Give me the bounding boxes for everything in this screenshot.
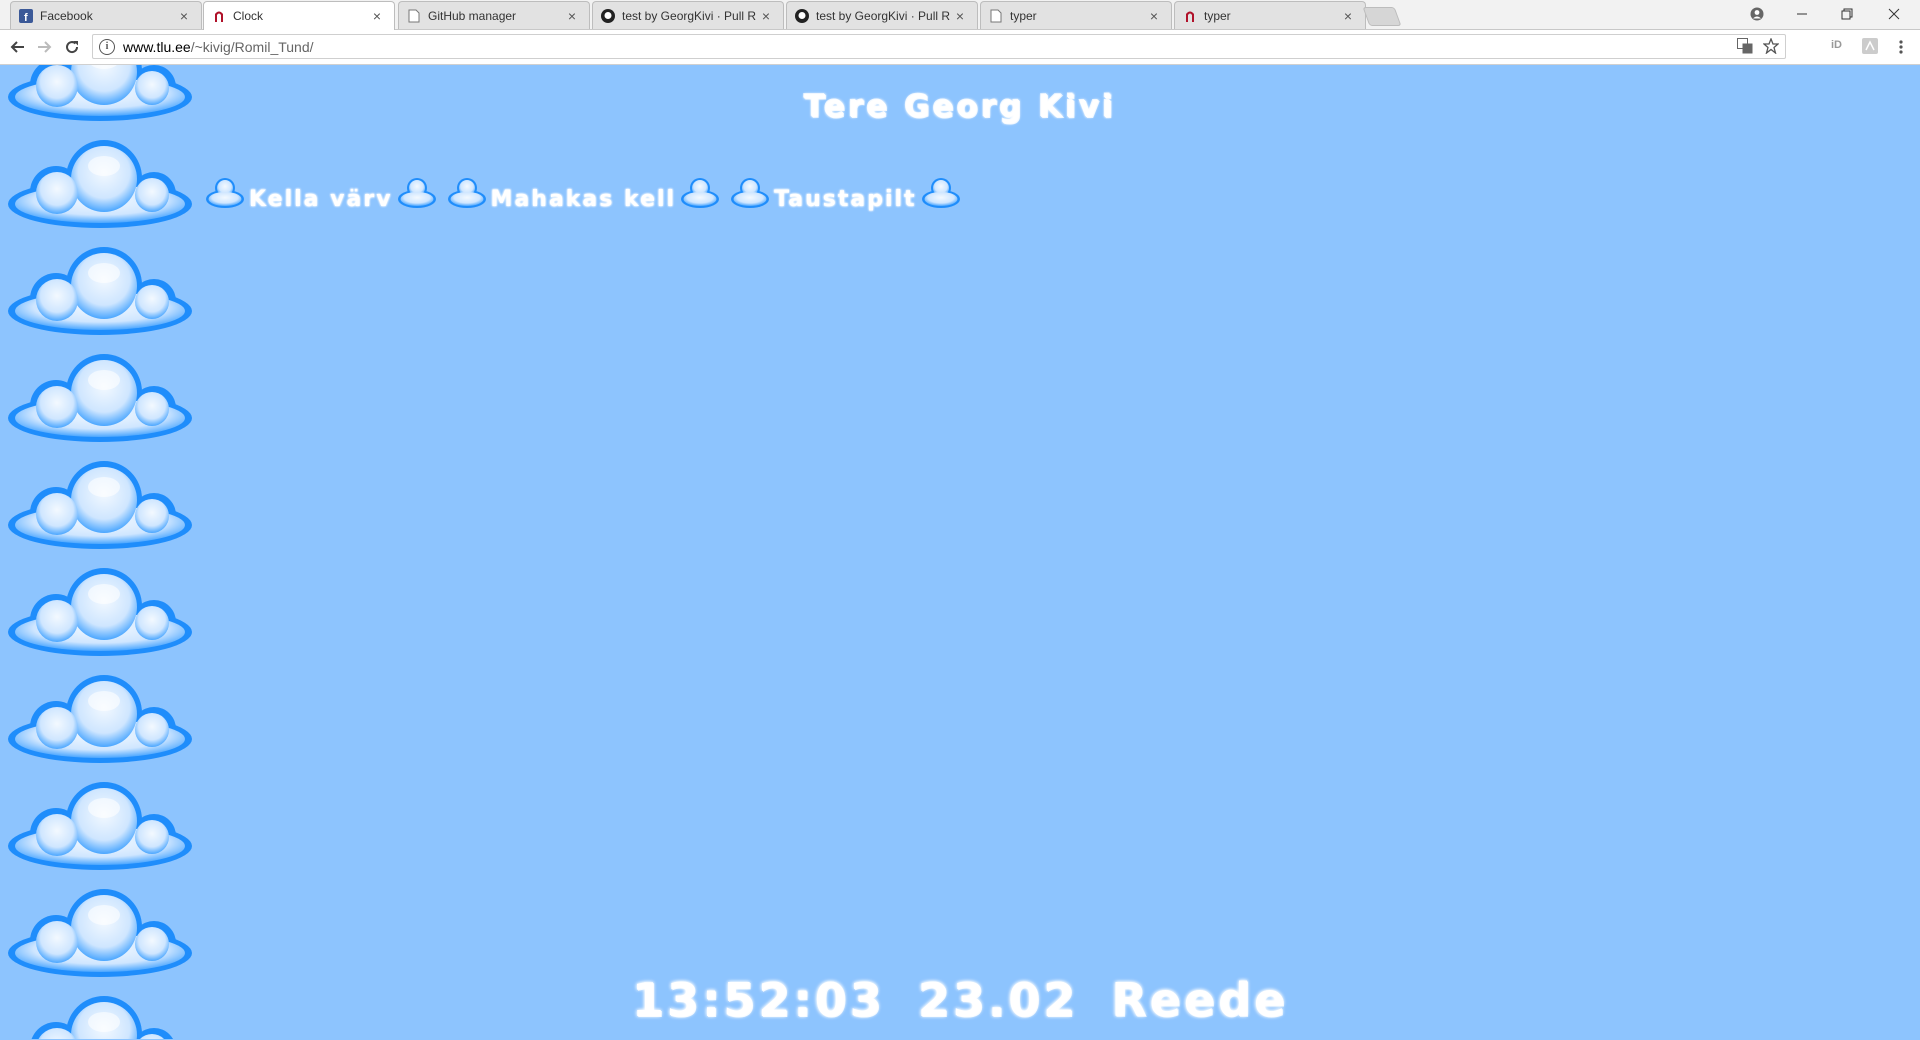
clock-date: 23.02 (917, 973, 1079, 1027)
tab-strip: f Facebook × Clock × GitHub manager × te… (0, 0, 1920, 30)
cloud-icon (4, 671, 196, 771)
page-title: Tere Georg Kivi (804, 89, 1116, 125)
tab-title: typer (1010, 8, 1037, 23)
close-icon[interactable]: × (565, 8, 579, 24)
cloud-icon (4, 136, 196, 236)
tab-title: GitHub manager (428, 8, 517, 23)
info-icon[interactable]: i (99, 38, 115, 55)
cloud-icon (206, 178, 244, 208)
reload-icon[interactable] (62, 37, 82, 57)
page-icon (407, 9, 421, 23)
close-window-icon[interactable] (1872, 0, 1916, 28)
close-icon[interactable]: × (1341, 8, 1355, 24)
cloud-icon (397, 178, 436, 208)
github-icon (601, 8, 615, 23)
cloud-icon (4, 778, 196, 878)
tab-clock[interactable]: Clock × (203, 1, 395, 30)
browser-toolbar: i www.tlu.ee/~kivig/Romil_Tund/ iD (0, 30, 1920, 65)
svg-text:f: f (24, 12, 28, 23)
tab-typer-2[interactable]: typer × (1174, 1, 1366, 29)
bookmark-star-icon[interactable] (1762, 37, 1780, 57)
menu-kebab-icon[interactable] (1898, 39, 1904, 60)
tab-typer-1[interactable]: typer × (980, 1, 1172, 29)
close-icon[interactable]: × (1147, 8, 1161, 24)
cloud-icon (4, 885, 196, 985)
cloud-icon (4, 457, 196, 557)
menu-item-kella-varv[interactable]: Kella värv (205, 175, 437, 212)
address-bar[interactable]: i www.tlu.ee/~kivig/Romil_Tund/ (92, 34, 1786, 59)
translate-icon[interactable] (1737, 38, 1753, 57)
tab-github-manager[interactable]: GitHub manager × (398, 1, 590, 29)
cloud-icon (921, 178, 960, 208)
new-tab-button[interactable] (1362, 7, 1402, 26)
tab-title: typer (1204, 8, 1231, 23)
github-icon (795, 8, 809, 23)
close-icon[interactable]: × (759, 8, 773, 24)
close-icon[interactable]: × (370, 8, 384, 24)
tab-title: Clock (233, 9, 264, 23)
tab-pull-request-2[interactable]: test by GeorgKivi · Pull R × (786, 1, 978, 29)
close-icon[interactable]: × (953, 8, 967, 24)
cloud-icon (4, 243, 196, 343)
cloud-icon (731, 178, 770, 208)
menu-item-label: Mahakas kell (490, 186, 677, 212)
id-extension-icon[interactable]: iD (1831, 39, 1842, 51)
facebook-icon: f (19, 8, 33, 23)
cloud-icon (4, 564, 196, 664)
tab-pull-request-1[interactable]: test by GeorgKivi · Pull R × (592, 1, 784, 29)
tab-title: test by GeorgKivi · Pull R (816, 8, 951, 23)
clock-time: 13:52:03 (631, 973, 885, 1027)
cloud-icon (681, 178, 720, 208)
menu-item-label: Kella värv (249, 186, 393, 212)
restore-icon[interactable] (1825, 0, 1869, 28)
tab-title: test by GeorgKivi · Pull R (622, 8, 757, 23)
tlu-icon (1183, 9, 1197, 23)
url-path: /~kivig/Romil_Tund/ (190, 38, 314, 55)
cloud-column (0, 65, 200, 1039)
cloud-icon (447, 178, 486, 208)
minimize-icon[interactable] (1780, 0, 1824, 28)
page-body: Tere Georg Kivi Kella värv Mahakas kell (0, 65, 1920, 1040)
tlu-icon (212, 9, 226, 23)
url-host: www.tlu.ee (123, 38, 191, 55)
back-arrow-icon[interactable] (8, 37, 28, 57)
forward-arrow-icon[interactable] (34, 37, 54, 57)
menu-item-taustapilt[interactable]: Taustapilt (730, 175, 960, 212)
page-icon (989, 9, 1003, 23)
pdf-extension-icon[interactable] (1862, 38, 1878, 59)
menu-item-mahakas-kell[interactable]: Mahakas kell (447, 175, 721, 212)
clock-display: 13:52:03 23.02 Reede (0, 973, 1920, 1027)
clock-weekday: Reede (1111, 973, 1289, 1027)
tab-facebook[interactable]: f Facebook × (10, 1, 202, 29)
tab-title: Facebook (40, 8, 93, 23)
profile-icon[interactable] (1735, 0, 1779, 28)
close-icon[interactable]: × (177, 8, 191, 24)
menu-item-label: Taustapilt (774, 186, 917, 212)
cloud-icon (4, 350, 196, 450)
nav-menu: Kella värv Mahakas kell Taustapilt (205, 175, 971, 212)
